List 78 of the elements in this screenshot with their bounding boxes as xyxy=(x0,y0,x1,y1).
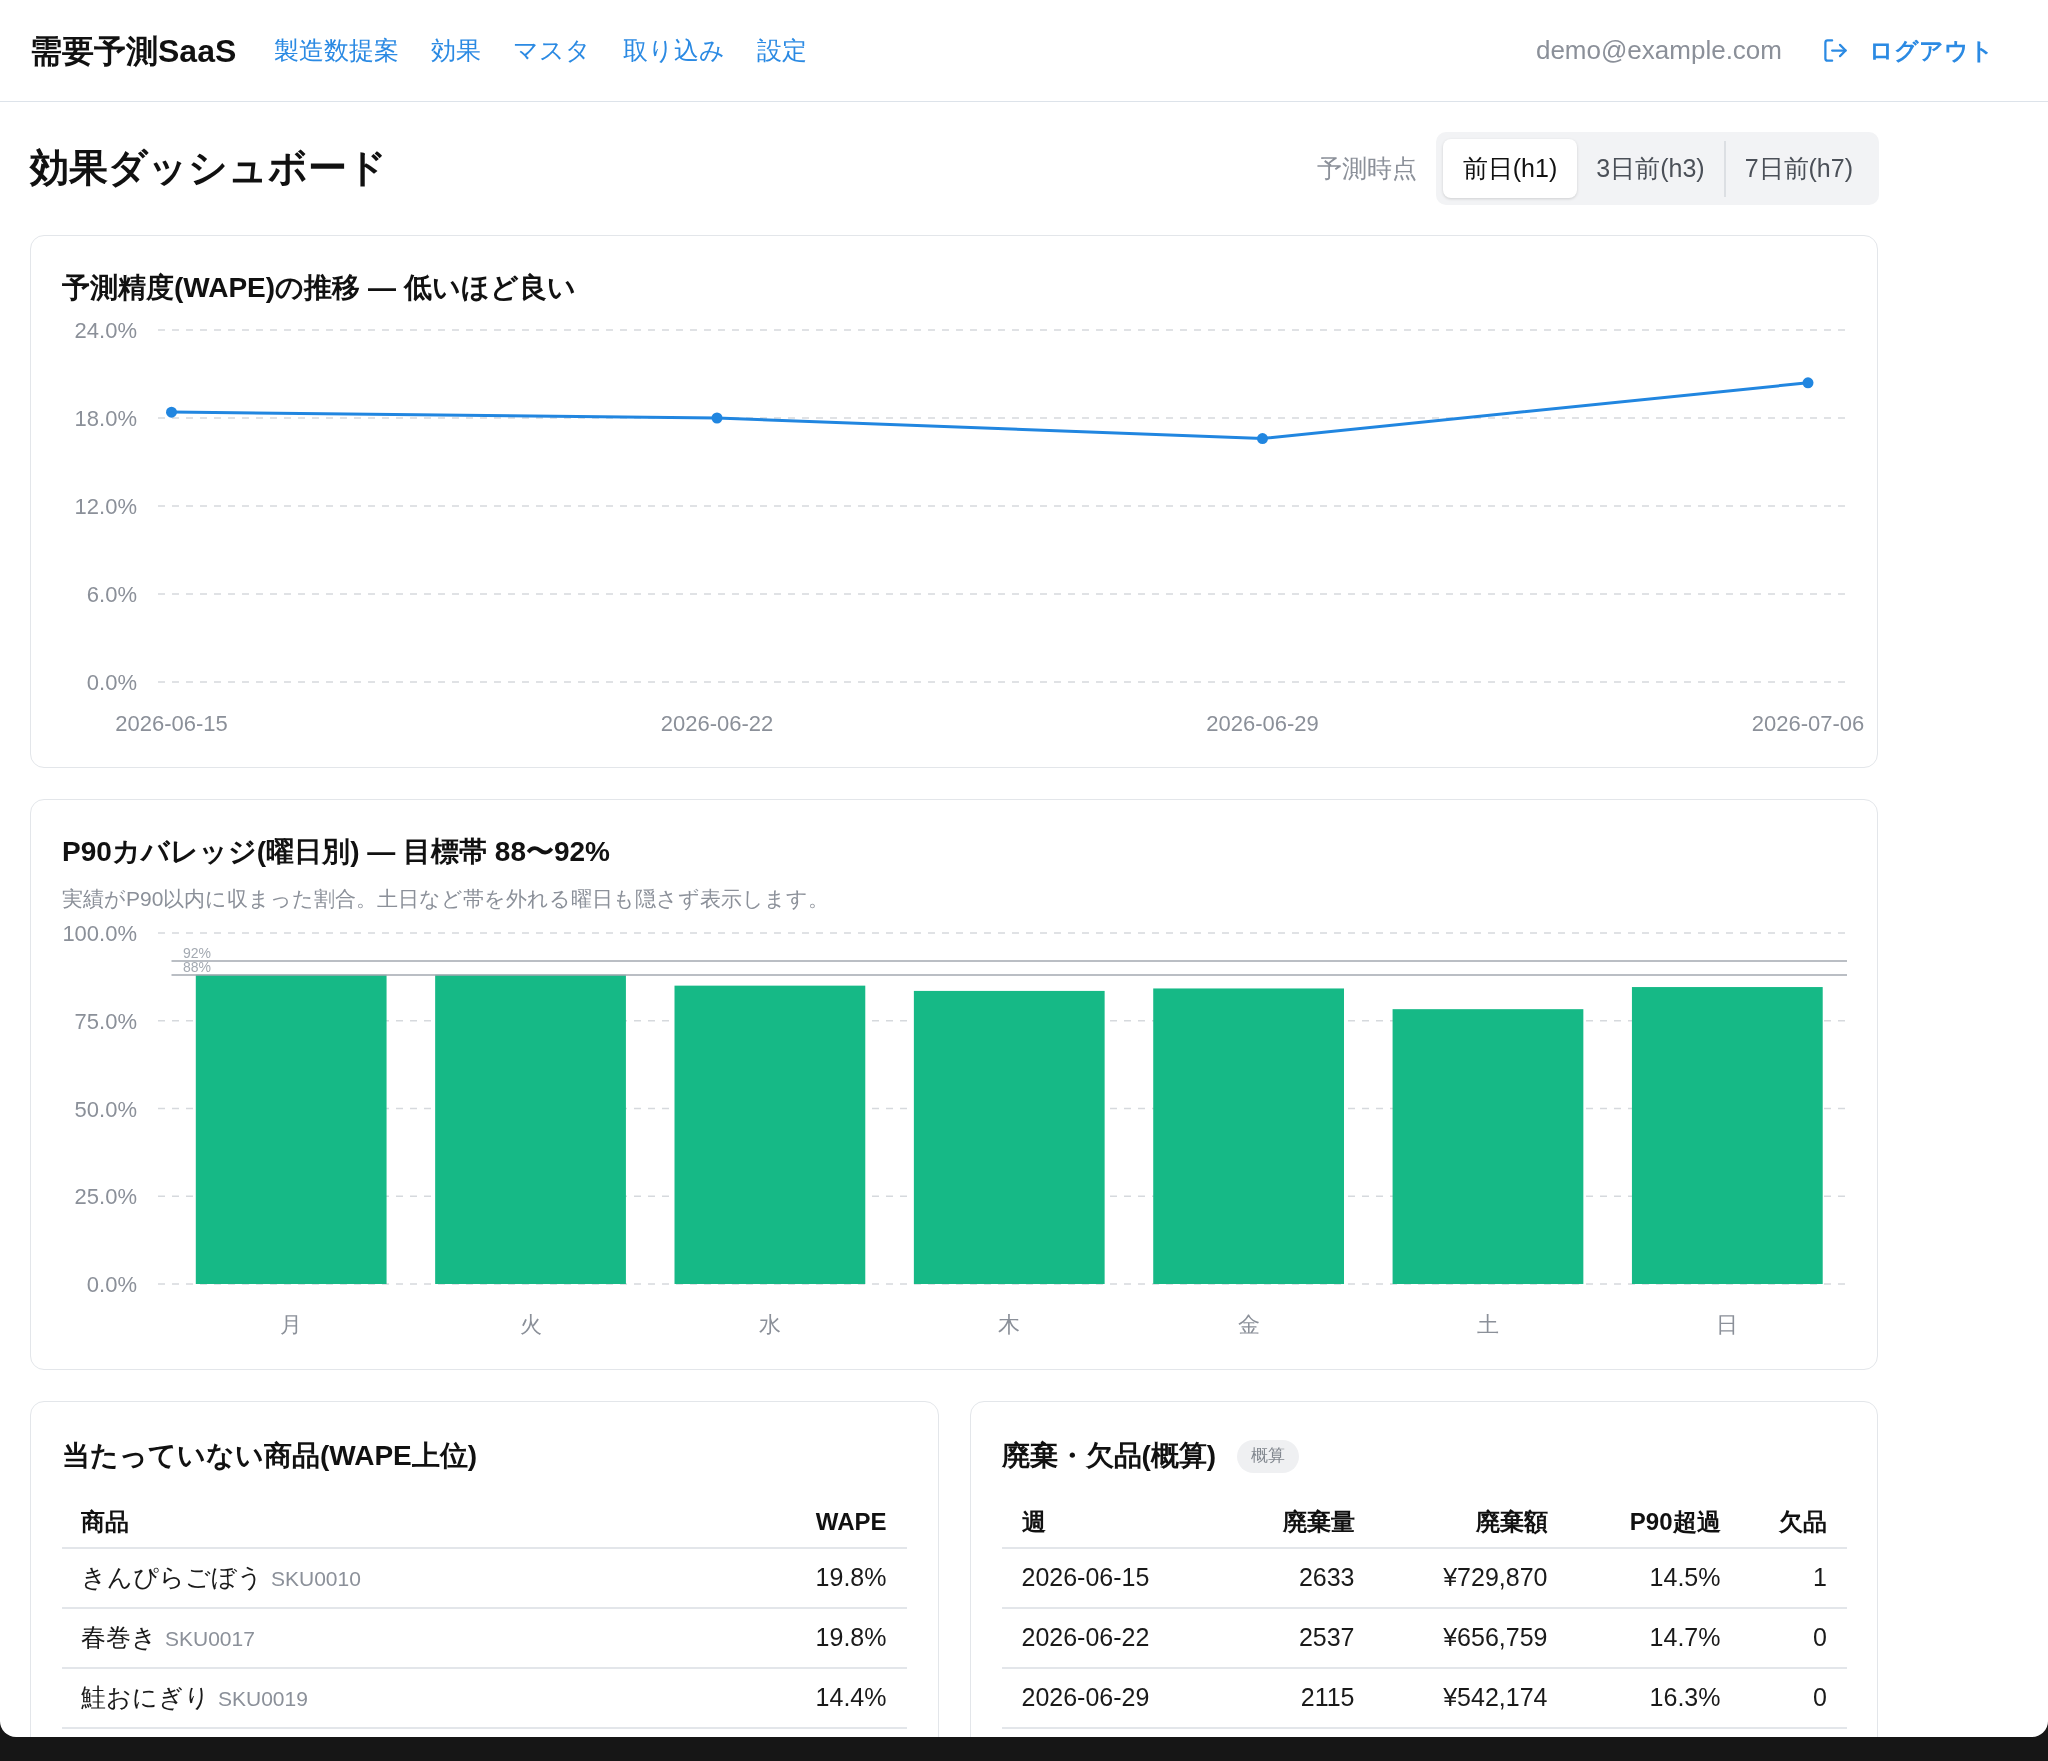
y-axis-label: 75.0% xyxy=(74,1008,137,1034)
table-value: 2026-06-29 xyxy=(1021,1683,1150,1712)
column-header: 欠品 xyxy=(1779,1507,1827,1535)
horizon-tab[interactable]: 前日(h1) xyxy=(1442,139,1578,198)
y-axis-label: 50.0% xyxy=(74,1096,137,1122)
table-value: ¥729,870 xyxy=(1443,1563,1548,1592)
x-axis-label: 水 xyxy=(758,1312,781,1337)
wape-value: 19.8% xyxy=(815,1563,887,1592)
column-header: 廃棄量 xyxy=(1282,1507,1355,1535)
y-axis-label: 25.0% xyxy=(74,1184,137,1210)
data-point xyxy=(1257,433,1268,445)
table-value: 1 xyxy=(1813,1563,1827,1592)
horizon-label: 予測時点 xyxy=(1316,152,1417,184)
table-value: 0 xyxy=(1813,1683,1827,1712)
x-axis-label: 2026-07-06 xyxy=(1751,711,1865,736)
product-name: きんぴらごぼう xyxy=(81,1563,263,1592)
x-axis-label: 日 xyxy=(1716,1312,1739,1337)
data-point xyxy=(166,406,177,418)
nav-link[interactable]: マスタ xyxy=(513,31,592,70)
column-header: P90超過 xyxy=(1629,1507,1721,1535)
column-header: 廃棄額 xyxy=(1475,1507,1548,1535)
app-logo: 需要予測SaaS xyxy=(30,31,237,71)
y-axis-label: 100.0% xyxy=(62,921,137,946)
nav-link[interactable]: 設定 xyxy=(757,31,808,70)
product-name: 鮭おにぎり xyxy=(81,1683,210,1712)
table-value: 2537 xyxy=(1298,1623,1355,1652)
table-value: 14.5% xyxy=(1649,1563,1721,1592)
y-axis-label: 0.0% xyxy=(86,1272,137,1297)
x-axis-label: 木 xyxy=(998,1312,1021,1337)
wape-value: 14.4% xyxy=(815,1683,887,1712)
y-axis-label: 24.0% xyxy=(74,318,137,343)
y-axis-label: 18.0% xyxy=(74,406,137,431)
column-header: WAPE xyxy=(815,1507,887,1535)
card-subtitle: 実績がP90以内に収まった割合。土日など帯を外れる曜日も隠さず表示します。 xyxy=(62,886,831,912)
sku-code: SKU0010 xyxy=(271,1567,361,1591)
table-value: ¥656,759 xyxy=(1443,1623,1548,1652)
table-value: ¥542,174 xyxy=(1443,1683,1548,1712)
nav-link[interactable]: 製造数提案 xyxy=(274,31,400,70)
column-header: 週 xyxy=(1021,1507,1046,1535)
data-point xyxy=(711,412,723,424)
page-title: 効果ダッシュボード xyxy=(30,145,387,192)
horizon-tab[interactable]: 7日前(h7) xyxy=(1725,139,1872,198)
table-value: 14.7% xyxy=(1649,1623,1721,1652)
column-header: 商品 xyxy=(81,1507,129,1535)
x-axis-label: 金 xyxy=(1237,1312,1260,1337)
table-value: 16.3% xyxy=(1649,1683,1721,1712)
data-point xyxy=(1802,377,1814,389)
card-title: 当たっていない商品(WAPE上位) xyxy=(62,1439,479,1473)
card-title: 予測精度(WAPE)の推移 — 低いほど良い xyxy=(62,271,577,305)
card-title: 廃棄・欠品(概算) xyxy=(1001,1439,1217,1473)
estimate-badge: 概算 xyxy=(1237,1439,1300,1473)
x-axis-label: 2026-06-29 xyxy=(1206,711,1319,736)
logout-icon xyxy=(1822,37,1849,64)
x-axis-label: 土 xyxy=(1476,1312,1499,1337)
sku-code: SKU0019 xyxy=(218,1687,308,1711)
table-value: 0 xyxy=(1813,1623,1827,1652)
table-value: 2026-06-15 xyxy=(1021,1563,1150,1592)
y-axis-label: 6.0% xyxy=(86,582,137,607)
reference-label: 92% xyxy=(183,945,212,962)
x-axis-label: 2026-06-22 xyxy=(660,711,774,736)
nav-link[interactable]: 効果 xyxy=(431,31,482,70)
table-value: 2633 xyxy=(1298,1563,1355,1592)
product-name: 春巻き xyxy=(81,1623,157,1652)
y-axis-label: 0.0% xyxy=(86,670,137,695)
table-value: 2115 xyxy=(1300,1683,1355,1712)
card-title: P90カバレッジ(曜日別) — 目標帯 88〜92% xyxy=(62,835,611,869)
x-axis-label: 2026-06-15 xyxy=(115,711,228,736)
logout-button[interactable]: ログアウト xyxy=(1822,32,1994,69)
user-email: demo@example.com xyxy=(1535,34,1782,67)
nav-link[interactable]: 取り込み xyxy=(623,31,726,70)
reference-label: 88% xyxy=(183,959,212,976)
horizon-tab[interactable]: 3日前(h3) xyxy=(1577,139,1724,198)
wape-value: 19.8% xyxy=(815,1623,887,1652)
table-value: 2026-06-22 xyxy=(1021,1623,1150,1652)
x-axis-label: 火 xyxy=(519,1312,542,1337)
sku-code: SKU0017 xyxy=(165,1627,255,1651)
x-axis-label: 月 xyxy=(280,1312,303,1337)
y-axis-label: 12.0% xyxy=(74,494,137,519)
